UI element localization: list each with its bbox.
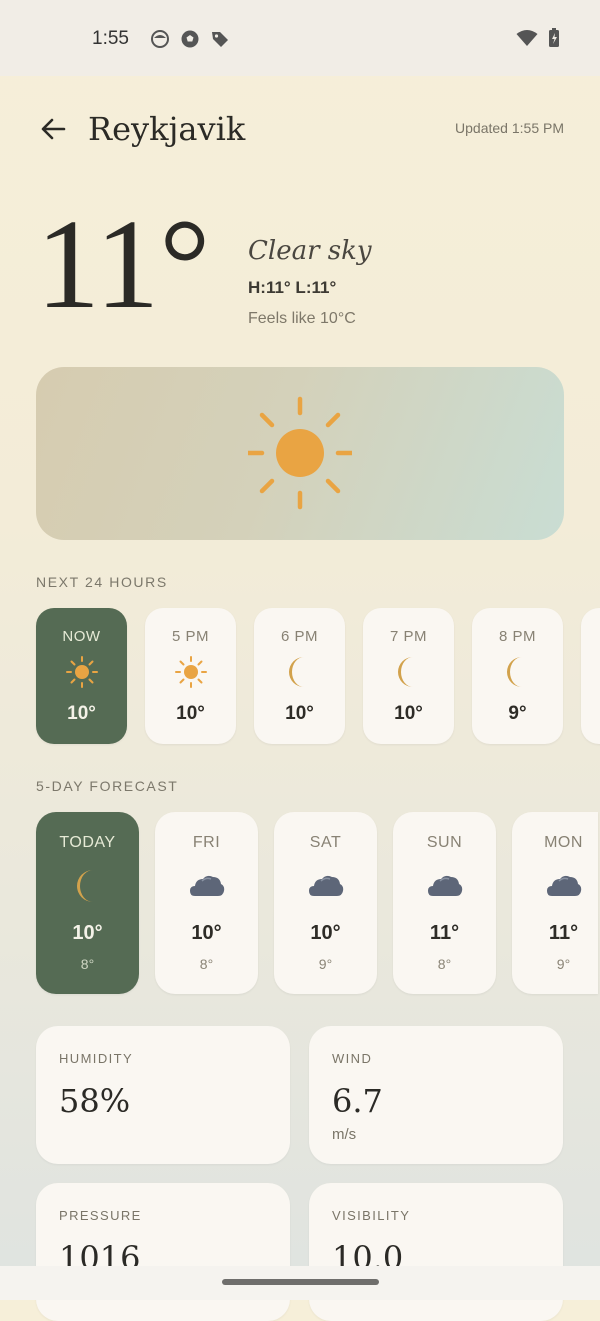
status-system-icons — [516, 28, 560, 48]
hourly-list: NOW 10° 5 PM 10° 6 PM 10° 7 PM 10° 8 PM … — [36, 608, 600, 744]
day-high: 11° — [548, 922, 579, 944]
wind-value: 6.7 — [332, 1082, 383, 1120]
sun-icon — [248, 396, 352, 510]
day-card[interactable]: SUN 11° 8° — [393, 812, 496, 994]
status-bar: 1:55 — [0, 0, 600, 76]
day-low: 9° — [556, 956, 571, 972]
hour-temp: 9° — [508, 703, 527, 724]
hour-temp: 10° — [67, 703, 96, 724]
humidity-label: HUMIDITY — [59, 1051, 134, 1066]
updated-time: Updated 1:55 PM — [455, 120, 564, 136]
current-temperature: 11° — [36, 193, 211, 335]
day-card[interactable]: FRI 10° 8° — [155, 812, 258, 994]
weather-hero-card — [36, 367, 564, 540]
high-low-temp: H:11° L:11° — [248, 278, 337, 297]
hour-card[interactable]: NOW 10° — [36, 608, 127, 744]
hour-label: NOW — [62, 628, 101, 645]
day-low: 8° — [437, 956, 452, 972]
tag-icon — [212, 32, 228, 47]
battery-icon — [549, 28, 559, 47]
header: Reykjavik Updated 1:55 PM — [0, 100, 600, 160]
day-high: 10° — [191, 922, 222, 944]
day-low: 8° — [80, 956, 95, 972]
wind-label: WIND — [332, 1051, 373, 1066]
day-low: 9° — [318, 956, 333, 972]
day-card[interactable]: TODAY 10° 8° — [36, 812, 139, 994]
day-label: SUN — [426, 834, 463, 851]
wind-unit: m/s — [332, 1126, 357, 1143]
condition-text: Clear sky — [248, 236, 372, 266]
back-arrow-icon[interactable] — [36, 112, 70, 146]
forecast-list: TODAY 10° 8° FRI 10° 8° SAT 10° 9° SUN 1… — [36, 812, 598, 994]
hour-temp: 10° — [285, 703, 314, 724]
day-high: 10° — [72, 922, 103, 944]
day-high: 10° — [310, 922, 341, 944]
moon-icon — [398, 657, 413, 687]
visibility-card: VISIBILITY 10.0 — [309, 1183, 563, 1321]
feels-like: Feels like 10°C — [248, 310, 356, 327]
hour-card[interactable]: 7 PM 10° — [363, 608, 454, 744]
forecast-section-title: 5-DAY FORECAST — [36, 778, 179, 794]
sun-icon — [66, 656, 98, 688]
home-gesture-handle[interactable] — [222, 1279, 379, 1285]
moon-icon — [289, 657, 304, 687]
cloud-icon — [309, 875, 344, 896]
day-label: SAT — [309, 834, 342, 851]
hour-card-partial[interactable] — [581, 608, 600, 744]
hourly-section-title: NEXT 24 HOURS — [36, 574, 168, 590]
navigation-bar — [0, 1266, 600, 1300]
day-label: TODAY — [59, 834, 116, 851]
day-label: MON — [544, 834, 583, 851]
moon-icon — [77, 870, 93, 902]
hour-card[interactable]: 5 PM 10° — [145, 608, 236, 744]
day-card[interactable]: SAT 10° 9° — [274, 812, 377, 994]
humidity-card: HUMIDITY 58% — [36, 1026, 290, 1164]
day-low: 8° — [199, 956, 214, 972]
hour-temp: 10° — [394, 703, 423, 724]
hour-temp: 10° — [176, 703, 205, 724]
sun-icon — [175, 656, 207, 688]
cloud-icon — [190, 875, 225, 896]
hour-label: 8 PM — [498, 628, 536, 645]
status-notification-icons — [150, 29, 230, 49]
pressure-card: PRESSURE 1016 — [36, 1183, 290, 1321]
soccer-ball-icon — [181, 30, 199, 48]
pressure-label: PRESSURE — [59, 1208, 142, 1223]
hour-card[interactable]: 8 PM 9° — [472, 608, 563, 744]
cloud-icon — [547, 875, 582, 896]
status-time: 1:55 — [92, 28, 129, 49]
humidity-value: 58% — [59, 1082, 131, 1120]
day-high: 11° — [429, 922, 460, 944]
hour-label: 6 PM — [280, 628, 318, 645]
visibility-label: VISIBILITY — [332, 1208, 411, 1223]
wifi-icon — [516, 30, 538, 46]
hour-card[interactable]: 6 PM 10° — [254, 608, 345, 744]
city-name: Reykjavik — [88, 110, 246, 148]
moon-icon — [507, 657, 522, 687]
face-icon — [151, 30, 169, 48]
day-card[interactable]: MON 11° 9° — [512, 812, 598, 994]
day-label: FRI — [192, 834, 221, 851]
cloud-icon — [428, 875, 463, 896]
hour-label: 5 PM — [171, 628, 209, 645]
wind-card: WIND 6.7 m/s — [309, 1026, 563, 1164]
hour-label: 7 PM — [389, 628, 427, 645]
